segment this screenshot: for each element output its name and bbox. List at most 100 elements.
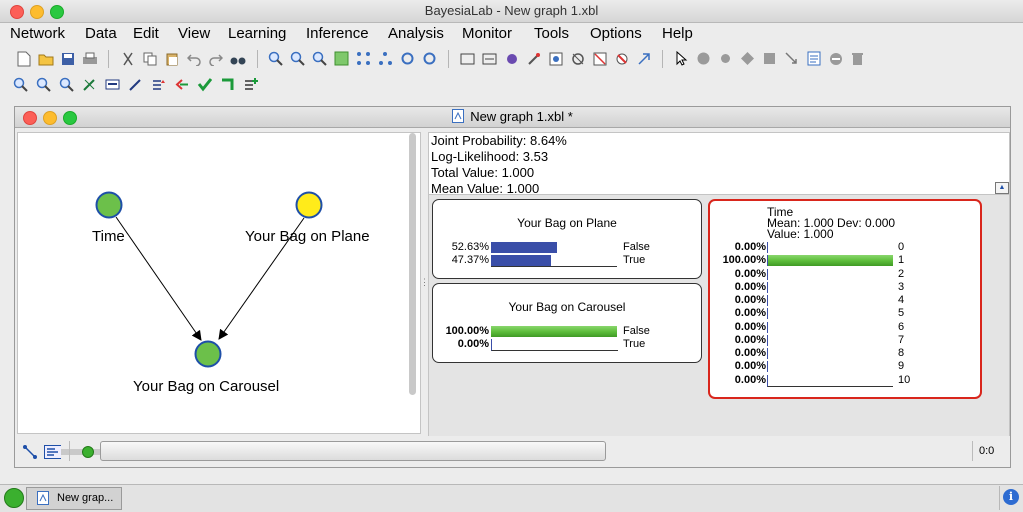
monitor-row[interactable]: 0.00% 10	[710, 374, 980, 387]
target-node-icon[interactable]	[503, 50, 520, 67]
monitor-row[interactable]: 100.00% False	[433, 325, 701, 337]
monitor-row[interactable]: 52.63% False	[433, 241, 701, 253]
monitor-row[interactable]: 0.00% 4	[710, 294, 980, 306]
remove-all-monitors-icon[interactable]	[127, 76, 144, 93]
menu-edit[interactable]: Edit	[133, 25, 159, 42]
node-list-icon[interactable]	[44, 443, 61, 460]
menu-tools[interactable]: Tools	[534, 25, 569, 42]
status-bar: 0:0	[15, 436, 1010, 467]
menu-view[interactable]: View	[178, 25, 210, 42]
coordinates-readout: 0:0	[979, 445, 995, 457]
node-circle-large-icon[interactable]	[695, 50, 712, 67]
probability-bar	[491, 326, 617, 337]
monitor-row[interactable]: 0.00% True	[433, 338, 701, 351]
zoom-out-icon[interactable]	[289, 50, 306, 67]
disable-icon[interactable]	[827, 50, 844, 67]
arrow-tool-icon[interactable]	[635, 50, 652, 67]
remove-monitor-icon[interactable]	[81, 76, 98, 93]
info-icon[interactable]: i	[1003, 489, 1019, 505]
graph-canvas[interactable]: Time Your Bag on Plane Your Bag on Carou…	[17, 132, 421, 455]
toolbar-separator	[257, 50, 258, 68]
taskbar-item-new-graph[interactable]: New grap...	[26, 487, 122, 510]
hide-node-icon[interactable]	[569, 50, 586, 67]
new-file-icon[interactable]	[15, 50, 32, 67]
bar-track	[767, 361, 893, 373]
bar-track	[491, 326, 617, 337]
open-folder-icon[interactable]	[37, 50, 54, 67]
collapse-arrow-icon[interactable]: ▲	[995, 182, 1009, 194]
trash-icon[interactable]	[849, 50, 866, 67]
menu-data[interactable]: Data	[85, 25, 117, 42]
menu-options[interactable]: Options	[590, 25, 642, 42]
fit-window-icon[interactable]	[333, 50, 350, 67]
menu-network[interactable]: Network	[10, 25, 65, 42]
monitor-row[interactable]: 0.00% 0	[710, 241, 980, 253]
cut-icon[interactable]	[119, 50, 136, 67]
distribute-nodes-icon[interactable]	[355, 50, 372, 67]
node-time[interactable]	[95, 191, 123, 219]
edge-time-to-carousel[interactable]	[115, 216, 202, 341]
rotate-left-icon[interactable]	[399, 50, 416, 67]
monitor-row[interactable]: 100.00% 1	[710, 254, 980, 267]
arc-tool-icon[interactable]	[783, 50, 800, 67]
node-image-icon[interactable]	[547, 50, 564, 67]
menu-inference[interactable]: Inference	[306, 25, 369, 42]
menu-help[interactable]: Help	[662, 25, 693, 42]
print-icon[interactable]	[81, 50, 98, 67]
monitor-your-bag-on-carousel[interactable]: Your Bag on Carousel 100.00% False 0.00%…	[432, 283, 702, 363]
app-title: BayesiaLab - New graph 1.xbl	[424, 3, 599, 18]
select-pointer-icon[interactable]	[673, 50, 690, 67]
graph-vertical-scrollbar[interactable]	[409, 133, 416, 395]
layout-nodes-icon[interactable]	[377, 50, 394, 67]
checkmark-icon[interactable]	[196, 76, 213, 93]
monitor-row[interactable]: 0.00% 2	[710, 268, 980, 280]
menu-analysis[interactable]: Analysis	[388, 25, 444, 42]
monitor-row[interactable]: 47.37% True	[433, 254, 701, 267]
zoom-default-icon[interactable]	[311, 50, 328, 67]
node-your-bag-on-plane[interactable]	[295, 191, 323, 219]
save-icon[interactable]	[59, 50, 76, 67]
monitor-zoom-in-icon[interactable]	[12, 76, 29, 93]
monitor-zoom-out-icon[interactable]	[35, 76, 52, 93]
note-icon[interactable]	[805, 50, 822, 67]
menu-learning[interactable]: Learning	[228, 25, 286, 42]
rotate-right-icon[interactable]	[421, 50, 438, 67]
evidence-icon[interactable]	[481, 50, 498, 67]
undo-icon[interactable]	[185, 50, 202, 67]
paste-icon[interactable]	[163, 50, 180, 67]
monitor-row[interactable]: 0.00% 6	[710, 321, 980, 333]
redo-icon[interactable]	[207, 50, 224, 67]
node-square-icon[interactable]	[761, 50, 778, 67]
monitor-row[interactable]: 0.00% 8	[710, 347, 980, 359]
memory-gauge-icon[interactable]	[4, 488, 24, 508]
monitor-header: Time Mean: 1.000 Dev: 0.000 Value: 1.000	[767, 206, 895, 240]
network-window-title: New graph 1.xbl *	[15, 109, 1010, 126]
sort-monitors-icon[interactable]	[150, 76, 167, 93]
add-monitor-icon[interactable]	[242, 76, 259, 93]
monitor-row[interactable]: 0.00% 5	[710, 307, 980, 320]
corner-arrow-icon[interactable]	[219, 76, 236, 93]
monitor-row[interactable]: 0.00% 9	[710, 360, 980, 373]
wand-icon[interactable]	[525, 50, 542, 67]
arc-mode-icon[interactable]	[21, 443, 38, 460]
monitor-row[interactable]: 0.00% 3	[710, 281, 980, 293]
node-your-bag-on-carousel[interactable]	[194, 340, 222, 368]
monitor-your-bag-on-plane[interactable]: Your Bag on Plane 52.63% False 47.37% Tr…	[432, 199, 702, 279]
probability-value: 0.00%	[734, 294, 766, 306]
menu-monitor[interactable]: Monitor	[462, 25, 512, 42]
clear-evidence-icon[interactable]	[591, 50, 608, 67]
find-icon[interactable]	[229, 50, 246, 67]
monitor-zoom-default-icon[interactable]	[58, 76, 75, 93]
move-left-icon[interactable]	[173, 76, 190, 93]
remove-evidence-icon[interactable]	[613, 50, 630, 67]
zoom-in-icon[interactable]	[267, 50, 284, 67]
toolbar-main	[0, 47, 1023, 71]
node-label-your-bag-on-plane: Your Bag on Plane	[245, 228, 370, 245]
monitor-row[interactable]: 0.00% 7	[710, 334, 980, 346]
node-diamond-icon[interactable]	[739, 50, 756, 67]
monitor-icon[interactable]	[459, 50, 476, 67]
node-circle-small-icon[interactable]	[717, 50, 734, 67]
monitor-time[interactable]: Time Mean: 1.000 Dev: 0.000 Value: 1.000…	[708, 199, 982, 399]
monitor-settings-icon[interactable]	[104, 76, 121, 93]
copy-icon[interactable]	[141, 50, 158, 67]
